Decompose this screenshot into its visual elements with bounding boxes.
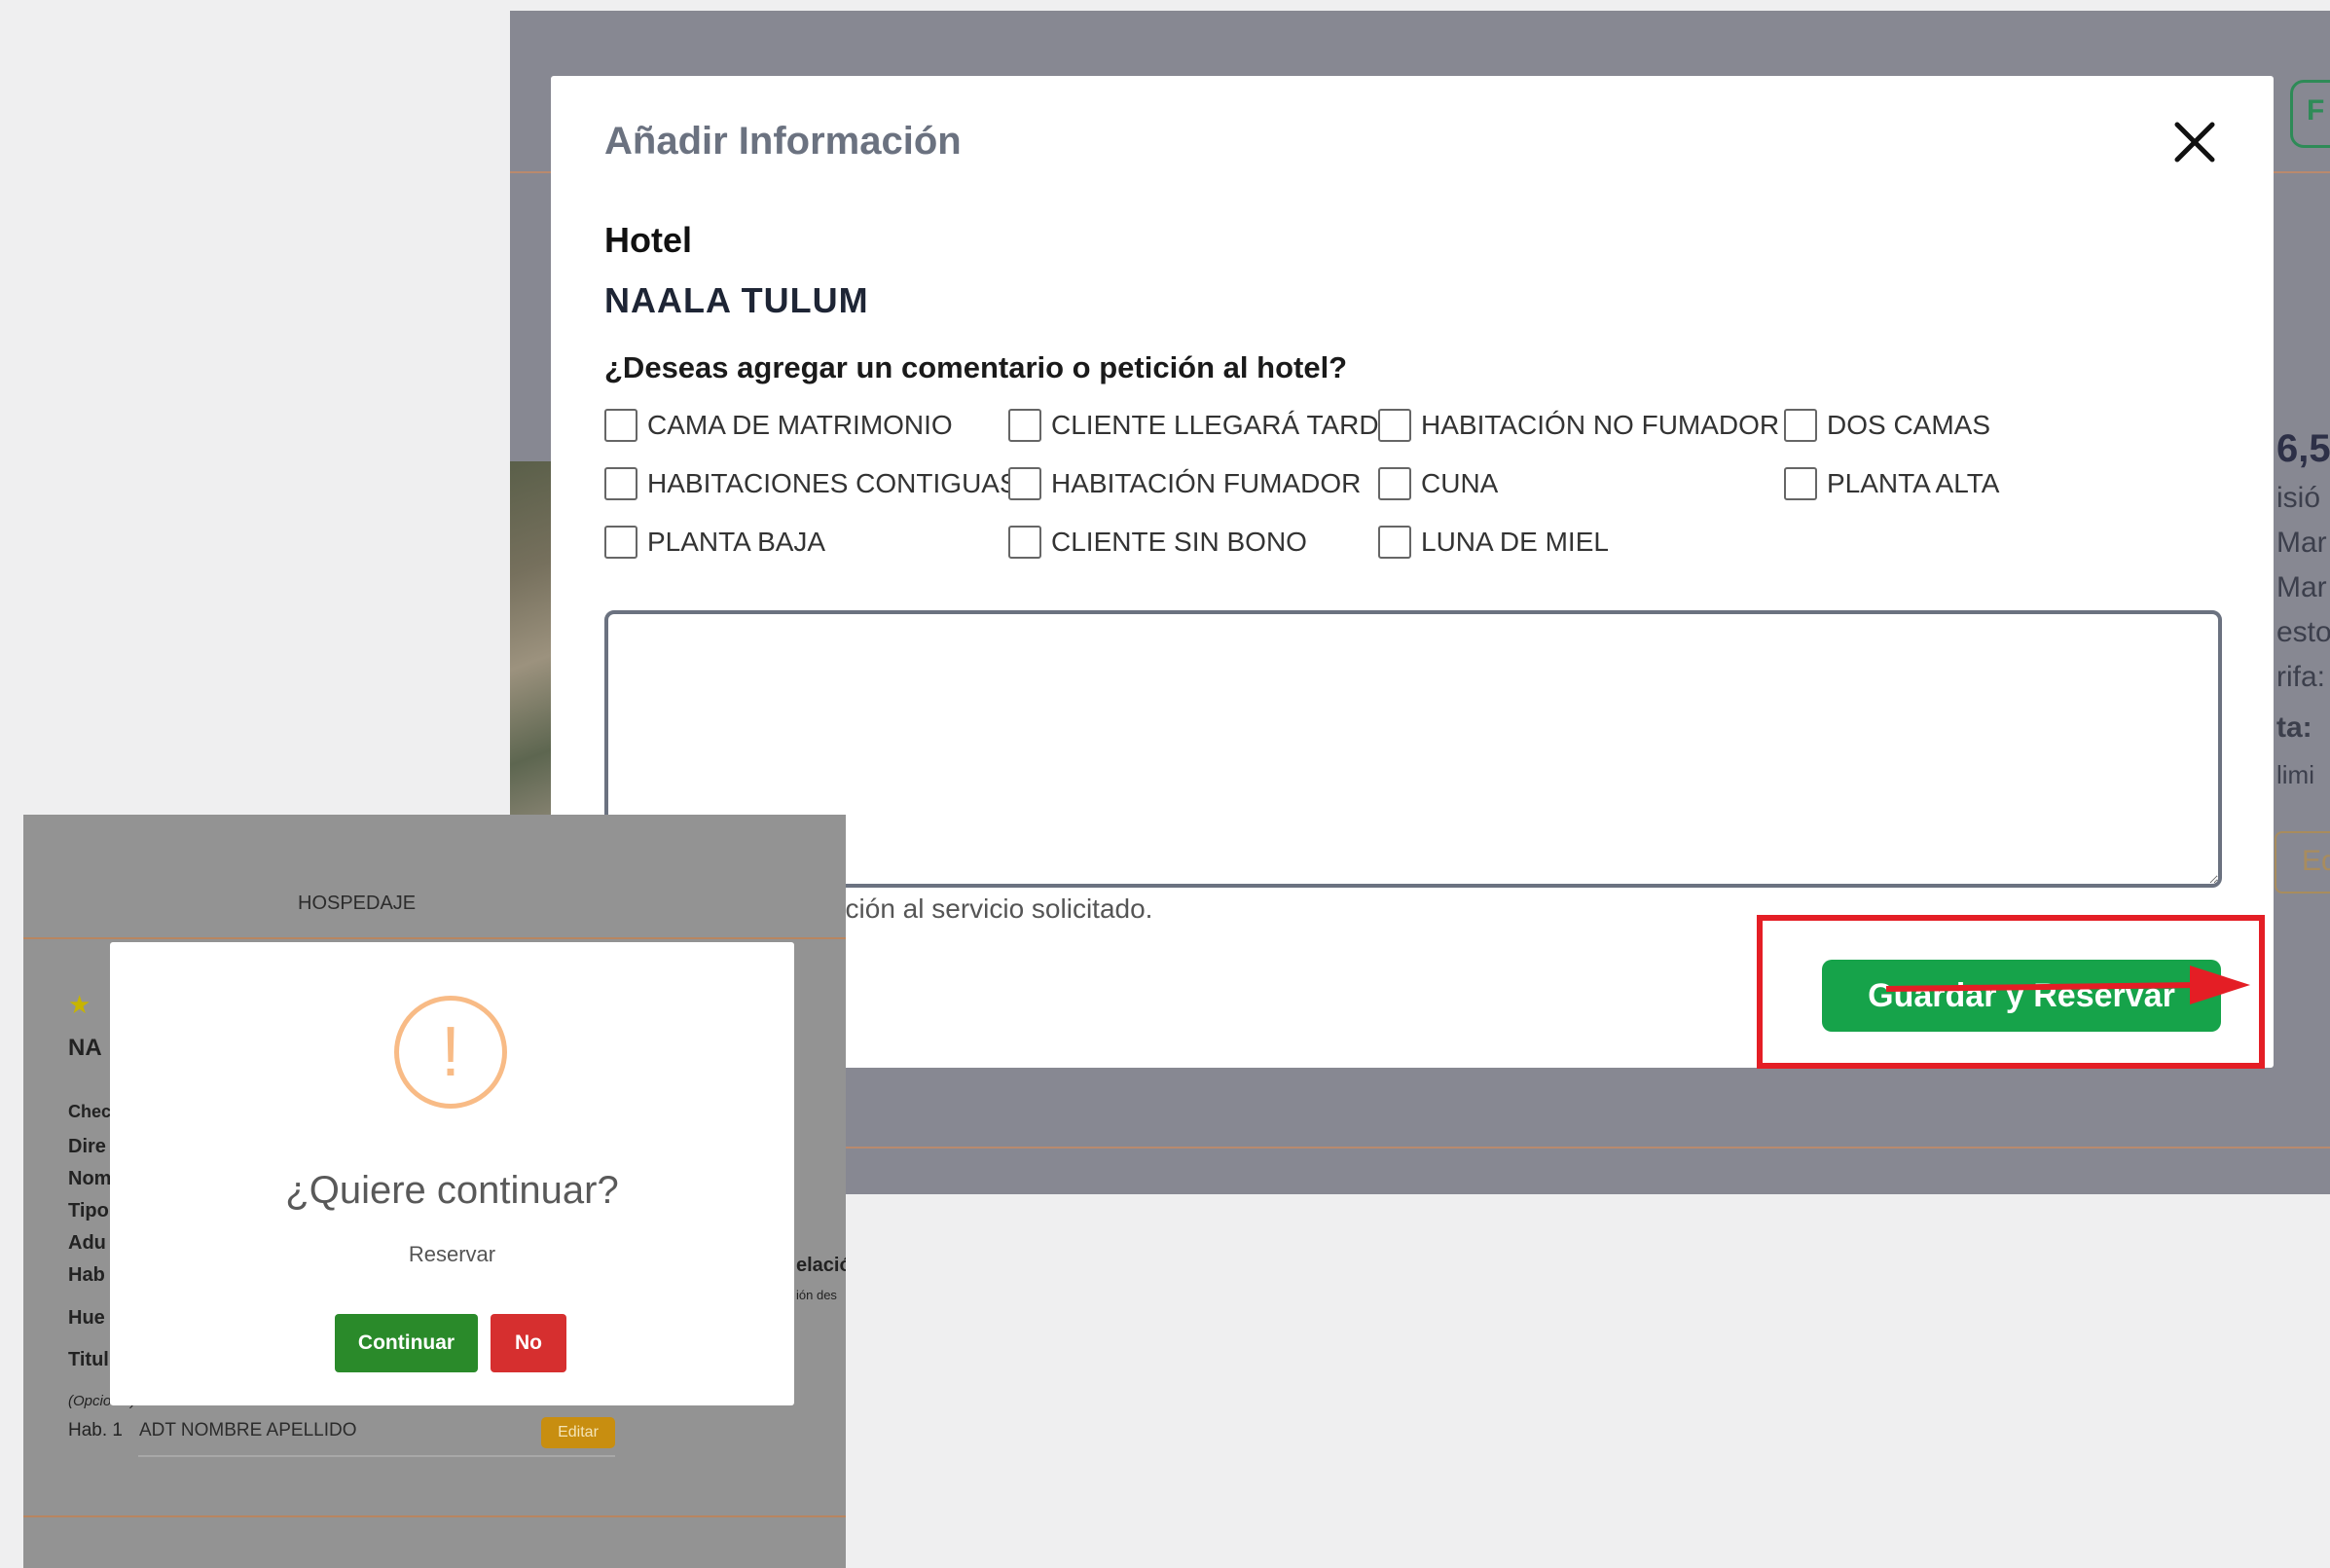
background-text: Nom (68, 1168, 112, 1189)
arrow-annotation (1886, 966, 2250, 1004)
background-price: ​6,5 (2276, 427, 2330, 470)
checkbox-box[interactable] (1378, 526, 1411, 559)
room-label: Hab. 1 (68, 1420, 123, 1440)
room-underline (138, 1455, 615, 1457)
checkbox-cliente-sin-bono[interactable]: CLIENTE SIN BONO (1008, 526, 1307, 559)
background-button: F (2290, 80, 2330, 148)
close-icon[interactable] (2169, 117, 2220, 167)
background-text: isió (2276, 482, 2321, 514)
checkbox-cuna[interactable]: CUNA (1378, 467, 1498, 500)
background-text: esto (2276, 616, 2330, 648)
checkbox-habitacion-no-fumador[interactable]: HABITACIÓN NO FUMADOR (1378, 409, 1779, 442)
checkbox-box[interactable] (1784, 409, 1817, 442)
background-text: elació (796, 1255, 846, 1276)
background-divider (23, 937, 846, 939)
checkbox-box[interactable] (1784, 467, 1817, 500)
checkbox-box[interactable] (604, 409, 637, 442)
edit-button: Editar (541, 1417, 615, 1448)
checkbox-planta-alta[interactable]: PLANTA ALTA (1784, 467, 1999, 500)
checkbox-habitaciones-contiguas[interactable]: HABITACIONES CONTIGUAS (604, 467, 1018, 500)
confirmation-screen: HOSPEDAJE ★ NA Chec Dire Nom Tipo Adu Ha… (23, 815, 846, 1568)
checkbox-box[interactable] (1008, 526, 1041, 559)
background-text: Titul (68, 1349, 109, 1370)
confirm-title: ¿Quiere continuar? (285, 1169, 619, 1212)
background-text: ión des (796, 1288, 837, 1302)
background-text: Hab (68, 1264, 105, 1286)
checkbox-box[interactable] (604, 467, 637, 500)
background-text: Chec (68, 1102, 112, 1121)
comment-textarea[interactable] (604, 610, 2222, 888)
checkbox-box[interactable] (1378, 409, 1411, 442)
background-text: limi (2276, 760, 2314, 789)
checkbox-planta-baja[interactable]: PLANTA BAJA (604, 526, 825, 559)
confirm-dialog: ! ¿Quiere continuar? Reservar Continuar … (110, 942, 794, 1405)
section-header: HOSPEDAJE (298, 893, 417, 914)
hotel-label: Hotel (604, 220, 692, 260)
background-edit-button: Ed (2275, 831, 2330, 893)
modal-title: Añadir Información (604, 120, 962, 163)
checkbox-box[interactable] (1008, 409, 1041, 442)
checkbox-box[interactable] (604, 526, 637, 559)
room-guest-name: ADT NOMBRE APELLIDO (139, 1420, 357, 1440)
checkbox-cliente-llegara-tarde[interactable]: CLIENTE LLEGARÁ TARDE (1008, 409, 1397, 442)
checkbox-dos-camas[interactable]: DOS CAMAS (1784, 409, 1990, 442)
hotel-photo (510, 461, 551, 826)
confirm-text: Reservar (408, 1242, 496, 1266)
checkbox-habitacion-fumador[interactable]: HABITACIÓN FUMADOR (1008, 467, 1361, 500)
checkbox-luna-de-miel[interactable]: LUNA DE MIEL (1378, 526, 1609, 559)
background-text: ta: (2276, 711, 2312, 744)
hotel-name: NAALA TULUM (604, 280, 869, 320)
background-text: Tipo (68, 1200, 109, 1222)
background-text: Dire (68, 1136, 106, 1157)
background-text: Adu (68, 1232, 106, 1254)
background-text: Mar (2276, 527, 2327, 559)
star-icon: ★ (68, 990, 91, 1019)
warning-icon: ! (394, 996, 507, 1109)
background-text: rifa: (2276, 661, 2326, 693)
background-text: Mar (2276, 571, 2327, 603)
checkbox-cama-de-matrimonio[interactable]: CAMA DE MATRIMONIO (604, 409, 953, 442)
continue-button[interactable]: Continuar (335, 1314, 478, 1372)
background-divider (23, 1515, 846, 1517)
background-text: NA (68, 1035, 102, 1061)
checkbox-box[interactable] (1378, 467, 1411, 500)
comment-question: ¿Deseas agregar un comentario o petición… (604, 350, 1348, 384)
checkbox-box[interactable] (1008, 467, 1041, 500)
no-button[interactable]: No (491, 1314, 566, 1372)
background-text: Hue (68, 1307, 105, 1329)
